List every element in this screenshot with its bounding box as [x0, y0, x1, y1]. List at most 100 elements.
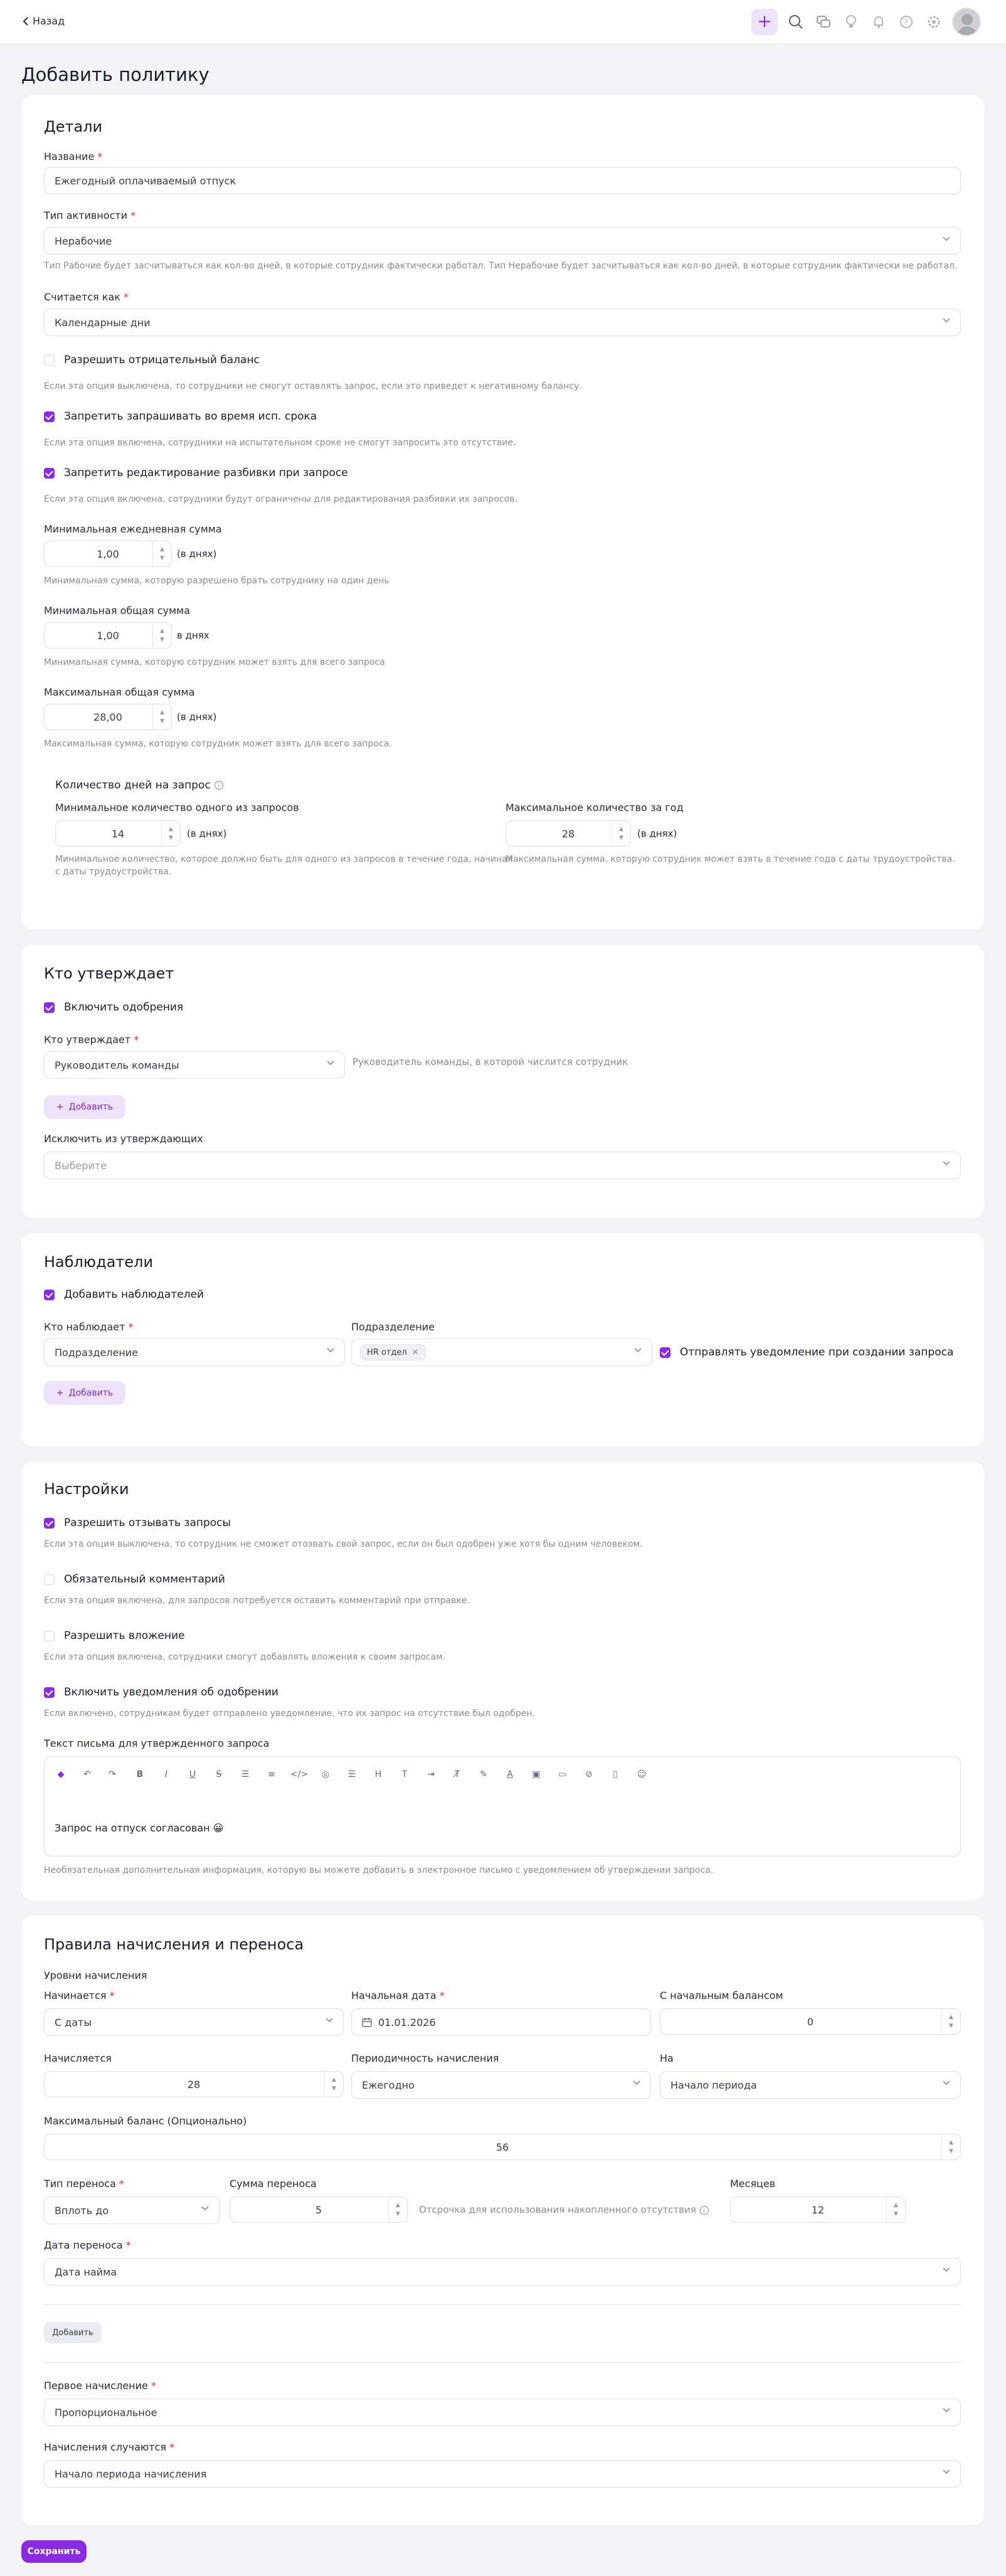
- lightbulb-icon[interactable]: [842, 13, 860, 31]
- italic-icon[interactable]: I: [159, 1769, 174, 1779]
- underline-icon[interactable]: U: [185, 1769, 200, 1779]
- link-icon[interactable]: ⊘: [581, 1769, 596, 1779]
- start-balance-input[interactable]: 0 ▲ ▼: [660, 2008, 961, 2035]
- periodicity-select[interactable]: Ежегодно: [351, 2071, 651, 2099]
- on-select[interactable]: Начало периода: [660, 2071, 961, 2099]
- starts-label: Начинается *: [44, 1990, 115, 2001]
- highlight-icon[interactable]: ✎: [476, 1769, 491, 1779]
- allow-attachment-checkbox[interactable]: [44, 1631, 55, 1641]
- min-daily-input[interactable]: 1,00 ▲ ▼: [44, 541, 172, 567]
- brand-icon[interactable]: ◆: [53, 1769, 68, 1779]
- globe-icon[interactable]: ◎: [318, 1769, 333, 1779]
- max-year-hint: Максимальная сумма, которую сотрудник мо…: [506, 854, 955, 864]
- stepper[interactable]: ▲ ▼: [886, 2197, 905, 2222]
- approval-notify-hint: Если включено, сотрудникам будет отправл…: [44, 1709, 535, 1719]
- forbid-probation-checkbox[interactable]: [44, 411, 55, 422]
- start-date-label: Начальная дата *: [351, 1990, 445, 2001]
- min-one-input[interactable]: 14 ▲ ▼: [55, 820, 181, 847]
- allow-negative-checkbox[interactable]: [44, 355, 55, 366]
- email-editor[interactable]: ◆ ↶ ↷ B I U S ☰ ≡ </> ◎ ☰ H T ⇥ T̸ ✎ A ▣…: [44, 1756, 961, 1857]
- text-color-icon[interactable]: A: [502, 1769, 517, 1779]
- exclude-select[interactable]: Выберите: [44, 1152, 961, 1179]
- help-icon[interactable]: ?: [897, 13, 916, 31]
- first-accrual-label: Первое начисление *: [44, 2380, 156, 2392]
- who-observes-select[interactable]: Подразделение: [44, 1338, 345, 1366]
- min-total-input[interactable]: 1,00 ▲ ▼: [44, 622, 172, 649]
- first-accrual-select[interactable]: Пропорциональное: [44, 2398, 961, 2426]
- stepper[interactable]: ▲ ▼: [152, 704, 171, 729]
- carry-type-select[interactable]: Вплоть до: [44, 2197, 220, 2224]
- undo-icon[interactable]: ↶: [80, 1769, 95, 1779]
- max-total-input[interactable]: 28,00 ▲ ▼: [44, 704, 172, 730]
- stepper[interactable]: ▲ ▼: [941, 2134, 960, 2160]
- settings-icon[interactable]: [924, 13, 943, 31]
- avatar[interactable]: [952, 8, 981, 36]
- counts-as-select[interactable]: Календарные дни: [44, 309, 961, 336]
- bullet-list-icon[interactable]: ☰: [238, 1769, 253, 1779]
- chat-icon[interactable]: [814, 13, 833, 31]
- months-input[interactable]: 12 ▲ ▼: [730, 2197, 906, 2223]
- code-icon[interactable]: </>: [290, 1769, 308, 1779]
- starts-select[interactable]: С даты: [44, 2008, 344, 2036]
- file-icon[interactable]: ▯: [608, 1769, 623, 1779]
- video-icon[interactable]: ▭: [555, 1769, 570, 1779]
- notify-on-create-checkbox[interactable]: [660, 1347, 670, 1358]
- min-total-unit: в днях: [177, 630, 209, 641]
- carry-date-select[interactable]: Дата найма: [44, 2258, 961, 2286]
- back-link[interactable]: Назад: [23, 15, 65, 27]
- email-body[interactable]: Запрос на отпуск согласован 😀: [55, 1822, 223, 1834]
- add-icon[interactable]: +: [751, 9, 778, 35]
- name-input[interactable]: Ежегодный оплачиваемый отпуск: [44, 167, 961, 194]
- add-observers-label: Добавить наблюдателей: [64, 1288, 204, 1301]
- stepper[interactable]: ▲ ▼: [152, 623, 171, 648]
- add-observer-button[interactable]: + Добавить: [44, 1381, 125, 1405]
- bold-icon[interactable]: B: [132, 1769, 147, 1779]
- close-icon[interactable]: ✕: [412, 1348, 419, 1357]
- approval-notify-checkbox[interactable]: [44, 1687, 55, 1698]
- emoji-icon[interactable]: ☺: [634, 1769, 649, 1779]
- months-label: Месяцев: [730, 2178, 776, 2190]
- add-level-button[interactable]: Добавить: [44, 2322, 102, 2343]
- start-date-input[interactable]: 01.01.2026: [351, 2008, 651, 2036]
- align-icon[interactable]: ☰: [344, 1769, 359, 1779]
- accrues-input[interactable]: 28 ▲ ▼: [44, 2071, 344, 2097]
- chevron-down-icon: [634, 1348, 642, 1353]
- info-icon: i: [699, 2205, 709, 2215]
- enable-approvals-checkbox[interactable]: [44, 1002, 55, 1013]
- add-approver-button[interactable]: + Добавить: [44, 1095, 125, 1119]
- required-comment-checkbox[interactable]: [44, 1574, 55, 1585]
- numbered-list-icon[interactable]: ≡: [264, 1769, 279, 1779]
- accruals-happen-select[interactable]: Начало периода начисления: [44, 2460, 961, 2488]
- add-observers-checkbox[interactable]: [44, 1290, 55, 1300]
- save-button[interactable]: Сохранить: [21, 2540, 87, 2563]
- stepper[interactable]: ▲ ▼: [324, 2072, 343, 2097]
- who-approves-label: Кто утверждает *: [44, 1034, 139, 1046]
- stepper[interactable]: ▲ ▼: [161, 821, 180, 846]
- allow-revoke-checkbox[interactable]: [44, 1518, 55, 1529]
- text-size-icon[interactable]: T: [397, 1769, 412, 1779]
- redo-icon[interactable]: ↷: [105, 1769, 120, 1779]
- indent-icon[interactable]: ⇥: [423, 1769, 438, 1779]
- stepper[interactable]: ▲ ▼: [941, 2009, 960, 2034]
- details-title: Детали: [44, 118, 103, 135]
- search-icon[interactable]: [786, 13, 805, 31]
- bell-icon[interactable]: [869, 13, 888, 31]
- allow-revoke-label: Разрешить отзывать запросы: [64, 1517, 231, 1529]
- image-icon[interactable]: ▣: [529, 1769, 544, 1779]
- carry-sum-input[interactable]: 5 ▲ ▼: [230, 2197, 408, 2223]
- clear-format-icon[interactable]: T̸: [450, 1769, 465, 1779]
- max-year-input[interactable]: 28 ▲ ▼: [506, 820, 631, 847]
- stepper[interactable]: ▲ ▼: [388, 2197, 407, 2222]
- heading-icon[interactable]: H: [371, 1769, 386, 1779]
- max-balance-input[interactable]: 56 ▲ ▼: [44, 2134, 961, 2160]
- forbid-split-hint: Если эта опция включена, сотрудники буду…: [44, 494, 517, 504]
- who-approves-select[interactable]: Руководитель команды: [44, 1051, 345, 1079]
- who-approves-hint: Руководитель команды, в которой числится…: [352, 1056, 628, 1068]
- chevron-down-icon: [943, 2469, 950, 2474]
- activity-select[interactable]: Нерабочие: [44, 227, 961, 255]
- forbid-split-checkbox[interactable]: [44, 468, 55, 479]
- allow-negative-hint: Если эта опция выключена, то сотрудники …: [44, 381, 582, 391]
- strikethrough-icon[interactable]: S: [211, 1769, 226, 1779]
- stepper[interactable]: ▲ ▼: [152, 541, 171, 566]
- stepper[interactable]: ▲ ▼: [612, 821, 630, 846]
